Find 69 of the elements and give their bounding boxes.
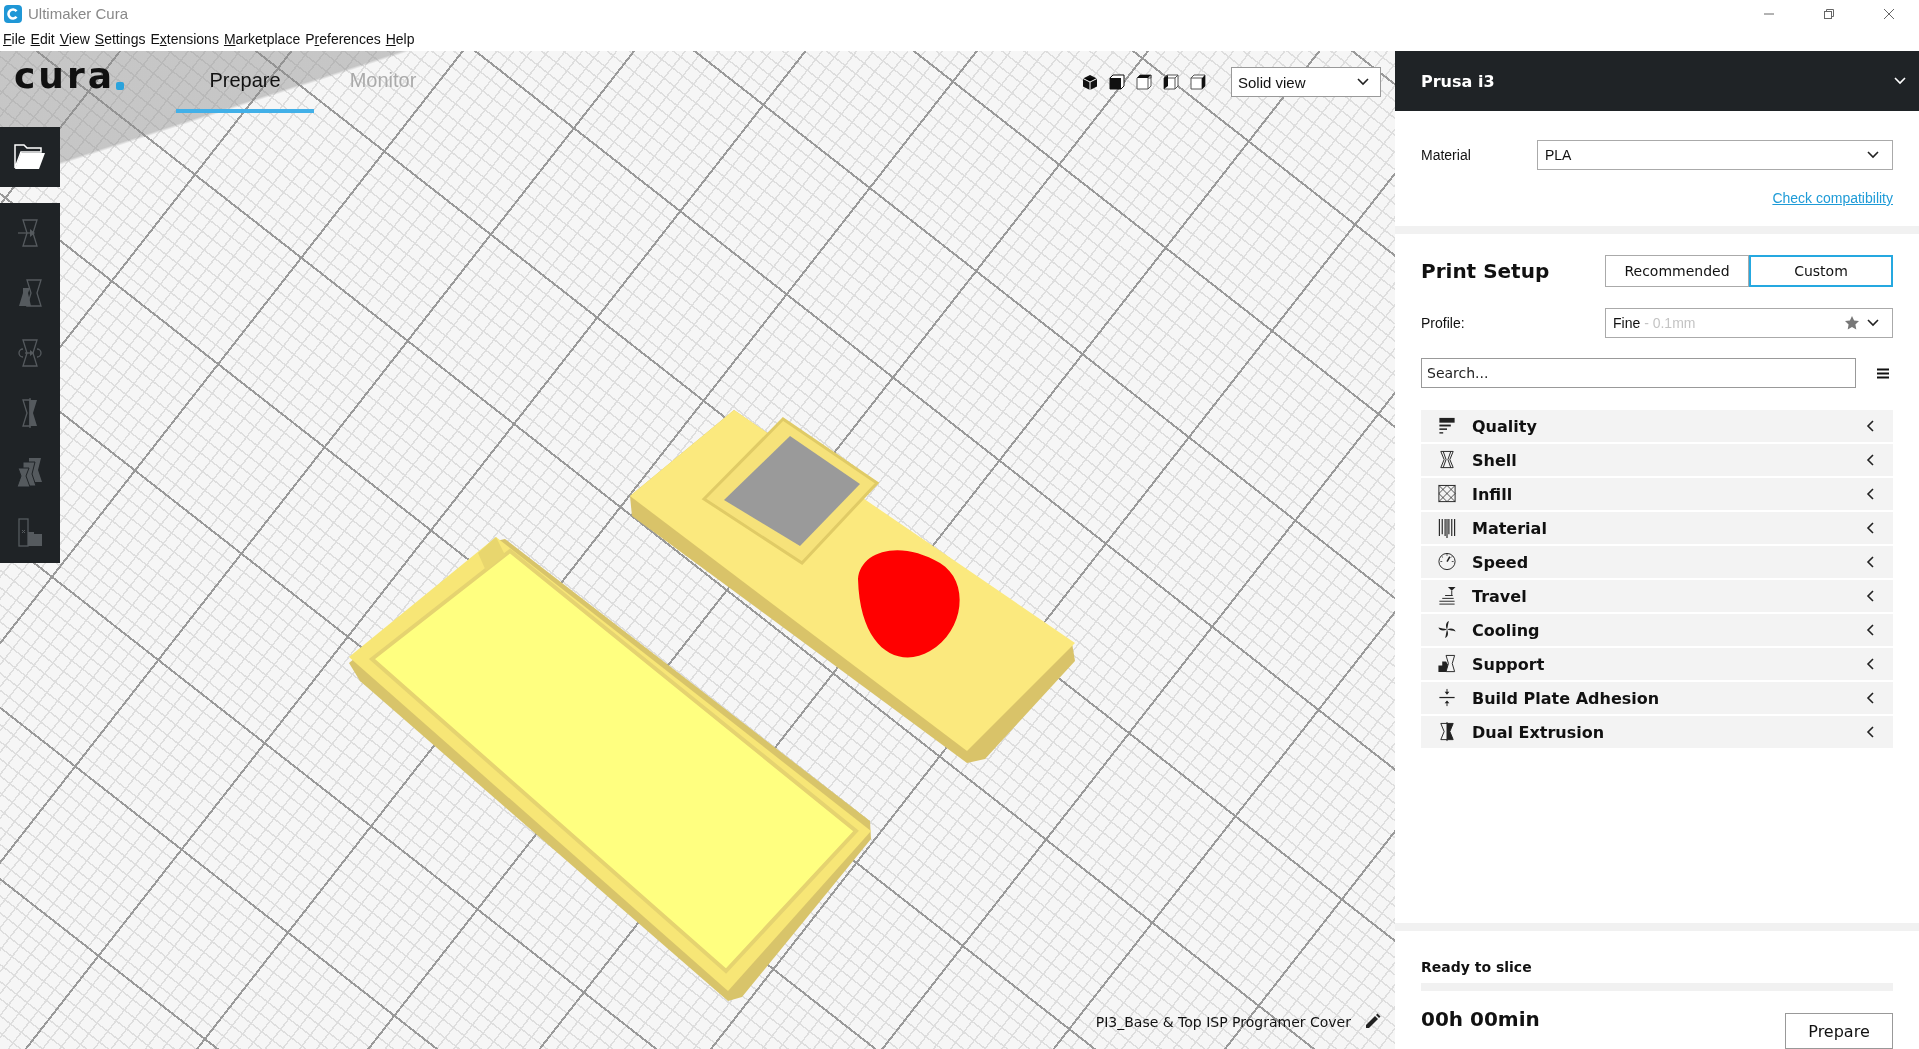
slice-status: Ready to slice	[1421, 959, 1533, 975]
mode-tab[interactable]: Custom	[1749, 255, 1893, 287]
view-mode-dropdown[interactable]: Solid view	[1231, 67, 1381, 97]
settings-category[interactable]: Build Plate Adhesion	[1421, 682, 1893, 714]
view-button[interactable]	[1082, 74, 1098, 90]
printer-selector[interactable]: Prusa i3	[1395, 51, 1919, 111]
app-icon	[4, 4, 22, 23]
menu-item[interactable]: Settings	[94, 31, 146, 47]
menu-item[interactable]: File	[3, 31, 26, 47]
menu-item[interactable]: Preferences	[305, 31, 381, 47]
settings-category[interactable]: Infill	[1421, 478, 1893, 510]
speed-icon	[1437, 552, 1457, 572]
material-label: Material	[1421, 147, 1471, 163]
window-title: Ultimaker Cura	[28, 5, 130, 22]
profile-dropdown[interactable]: Fine - 0.1mm	[1605, 308, 1893, 338]
menu-item[interactable]: Help	[385, 31, 415, 47]
cube-icon	[1163, 74, 1179, 90]
print-time: 00h 00min	[1421, 1007, 1540, 1031]
close-icon	[1883, 7, 1895, 20]
menu-item[interactable]: Edit	[30, 31, 55, 47]
settings-category[interactable]: Material	[1421, 512, 1893, 544]
support-icon	[1437, 654, 1457, 674]
pencil-icon	[1363, 1013, 1381, 1031]
settings-category[interactable]: Support	[1421, 648, 1893, 680]
cooling-icon	[1437, 620, 1457, 640]
settings-category[interactable]: Shell	[1421, 444, 1893, 476]
logo: cura	[14, 59, 124, 93]
adhesion-icon	[1437, 688, 1457, 708]
dual-icon	[1437, 722, 1457, 742]
mode-tab[interactable]: Recommended	[1605, 255, 1749, 287]
profile-label: Profile:	[1421, 315, 1465, 331]
shell-icon	[1437, 450, 1457, 470]
travel-icon	[1437, 586, 1457, 606]
menu-item[interactable]: Extensions	[150, 31, 219, 47]
cube-icon	[1082, 74, 1098, 90]
tab[interactable]: Prepare	[176, 51, 314, 113]
star-icon	[1844, 315, 1860, 331]
open-file-button[interactable]	[0, 127, 60, 187]
settings-category[interactable]: Quality	[1421, 410, 1893, 442]
search-field[interactable]: Search...	[1421, 358, 1856, 388]
infill-icon	[1437, 484, 1457, 504]
view-button[interactable]	[1109, 74, 1125, 90]
menu-item[interactable]: Marketplace	[223, 31, 301, 47]
folder-icon	[14, 144, 46, 170]
per-model-tool-icon	[17, 458, 43, 488]
settings-category[interactable]: Speed	[1421, 546, 1893, 578]
rename-button[interactable]	[1363, 1013, 1381, 1031]
restore-icon	[1823, 7, 1835, 20]
settings-category[interactable]: Dual Extrusion	[1421, 716, 1893, 748]
cube-icon	[1190, 74, 1206, 90]
view-button[interactable]	[1136, 74, 1152, 90]
section-title: Print Setup	[1421, 259, 1550, 283]
prepare-button[interactable]: Prepare	[1785, 1013, 1893, 1049]
menu-item[interactable]: View	[59, 31, 90, 47]
rotate-tool-icon	[17, 338, 43, 368]
scale-tool-icon	[17, 278, 43, 308]
menu-icon	[1877, 367, 1889, 379]
settings-menu-button[interactable]	[1877, 367, 1889, 379]
settings-category[interactable]: Cooling	[1421, 614, 1893, 646]
material-icon	[1437, 518, 1457, 538]
support-blocker-tool-icon	[17, 518, 43, 548]
quality-icon	[1437, 416, 1457, 436]
cube-icon	[1136, 74, 1152, 90]
view-button[interactable]	[1163, 74, 1179, 90]
view-button[interactable]	[1190, 74, 1206, 90]
settings-category[interactable]: Travel	[1421, 580, 1893, 612]
material-dropdown[interactable]: PLA	[1537, 140, 1893, 170]
object-name: PI3_Base & Top ISP Programer Cover	[1095, 1014, 1351, 1030]
cube-icon	[1109, 74, 1125, 90]
